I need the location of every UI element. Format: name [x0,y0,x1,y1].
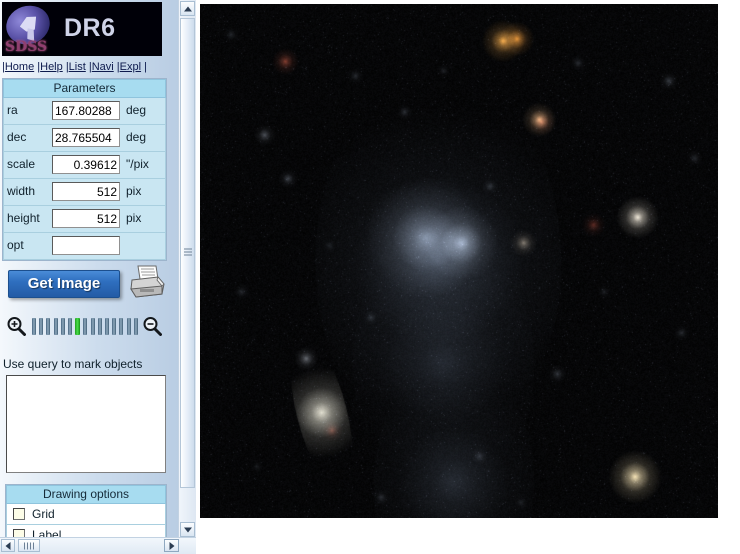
parameter-unit-ra: deg [126,103,146,117]
grid-label: Grid [32,507,55,521]
parameter-label-opt: opt [7,238,24,252]
parameter-row-ra: ra deg [3,98,166,125]
parameters-title: Parameters [3,79,166,98]
horizontal-scrollbar-thumb[interactable] [18,539,40,552]
nav-link-list[interactable]: List [69,61,86,73]
parameter-unit-height: pix [126,211,141,225]
chevron-down-icon[interactable] [180,522,195,537]
parameters-panel: Parameters ra deg dec deg scale "/pix [2,78,167,261]
parameter-row-width: width pix [3,179,166,206]
query-textarea[interactable] [6,375,166,473]
zoom-tick[interactable] [83,318,87,335]
zoom-tick[interactable] [39,318,43,335]
data-release-title: DR6 [64,14,116,43]
sdss-navigate-page: SDSS DR6 |Home |Help |List |Navi |Expl |… [0,0,740,554]
parameter-unit-dec: deg [126,130,146,144]
zoom-tick[interactable] [32,318,36,335]
zoom-tick-selected[interactable] [75,318,80,335]
zoom-tick-track[interactable] [32,317,138,335]
nav-link-expl[interactable]: Expl [120,61,141,73]
scrollbar-grip [24,542,34,549]
zoom-slider-control[interactable] [4,312,169,340]
drawing-option-grid[interactable]: Grid [6,504,166,525]
grid-checkbox[interactable] [13,508,25,520]
drawing-options-title: Drawing options [6,485,166,504]
dec-input[interactable] [52,128,120,147]
width-input[interactable] [52,182,120,201]
height-input[interactable] [52,209,120,228]
zoom-tick[interactable] [112,318,116,335]
zoom-tick[interactable] [68,318,72,335]
parameter-row-height: height pix [3,206,166,233]
zoom-tick[interactable] [134,318,138,335]
left-panel-content: SDSS DR6 |Home |Help |List |Navi |Expl |… [0,0,178,538]
scrollbar-grip [184,249,192,258]
magnifier-plus-icon[interactable] [6,316,26,336]
parameter-row-dec: dec deg [3,125,166,152]
sky-canvas[interactable] [200,4,718,518]
zoom-tick[interactable] [105,318,109,335]
chevron-left-icon[interactable] [1,539,15,552]
drawing-options-panel: Drawing options Grid Label [5,484,167,538]
zoom-tick[interactable] [61,318,65,335]
zoom-tick[interactable] [46,318,50,335]
nav-link-navi[interactable]: Navi [92,61,114,73]
nav-link-help[interactable]: Help [40,61,63,73]
vertical-scrollbar[interactable] [178,0,196,538]
query-label: Use query to mark objects [3,357,142,371]
chevron-up-icon[interactable] [180,1,195,16]
zoom-tick[interactable] [54,318,58,335]
parameter-label-width: width [7,184,35,198]
parameter-unit-width: pix [126,184,141,198]
nav-link-home[interactable]: Home [5,61,34,73]
scale-input[interactable] [52,155,120,174]
parameter-label-dec: dec [7,130,26,144]
parameter-label-height: height [7,211,40,225]
printer-icon[interactable] [128,264,166,300]
parameter-unit-scale: "/pix [126,157,149,171]
chevron-right-icon[interactable] [164,539,179,552]
zoom-tick[interactable] [127,318,131,335]
parameter-label-ra: ra [7,103,18,117]
parameter-row-scale: scale "/pix [3,152,166,179]
opt-input[interactable] [52,236,120,255]
ra-input[interactable] [52,101,120,120]
zoom-tick[interactable] [98,318,102,335]
zoom-tick[interactable] [91,318,95,335]
sdss-banner: SDSS DR6 [2,2,162,56]
magnifier-minus-icon[interactable] [142,316,162,336]
get-image-button[interactable]: Get Image [8,270,120,298]
sdss-logo-wordmark: SDSS [5,39,47,55]
navigation-links: |Home |Help |List |Navi |Expl | [2,61,147,73]
vertical-scrollbar-thumb[interactable] [180,18,195,488]
nav-separator-5: | [144,61,147,73]
parameter-row-opt: opt [3,233,166,260]
sdss-sky-cutout[interactable] [200,4,718,518]
left-control-frame: SDSS DR6 |Home |Help |List |Navi |Expl |… [0,0,196,554]
parameter-label-scale: scale [7,157,35,171]
horizontal-scrollbar[interactable] [0,537,196,554]
zoom-tick[interactable] [119,318,123,335]
